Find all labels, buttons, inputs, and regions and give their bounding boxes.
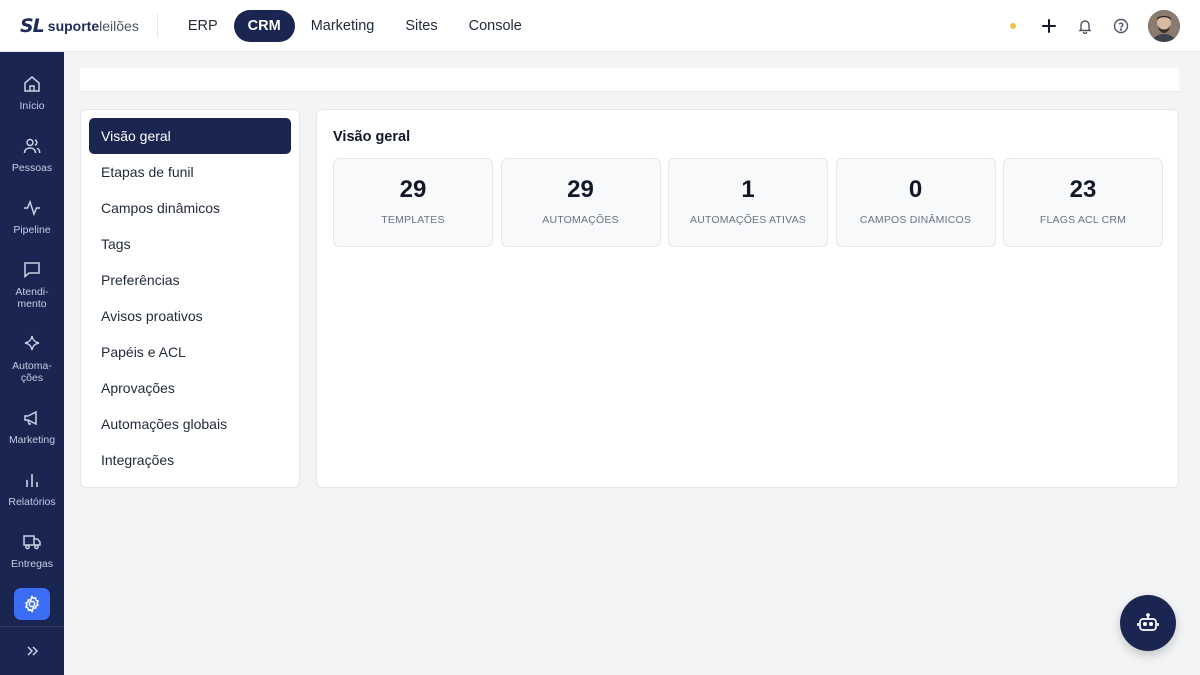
logo[interactable]: SL suporteleilões [20, 13, 158, 38]
sidebar-item-relatorios[interactable]: Relatórios [0, 470, 64, 508]
plus-icon[interactable] [1038, 15, 1060, 37]
module-tabs: ERP CRM Marketing Sites Console [173, 9, 538, 42]
sidebar: Início Pessoas Pipeline Atendi- mento Au… [0, 52, 64, 675]
bot-icon [1137, 613, 1159, 631]
sidebar-label: Marketing [8, 434, 56, 446]
sidebar-label: Pessoas [11, 162, 53, 174]
message-icon [24, 262, 40, 279]
stat-card-campos-dinamicos: 0 CAMPOS DINÂMICOS [835, 158, 996, 247]
menu-item-aprovacoes[interactable]: Aprovações [89, 370, 291, 406]
module-tab-console[interactable]: Console [454, 10, 537, 42]
bell-icon[interactable] [1074, 15, 1096, 37]
sidebar-label: Início [19, 100, 45, 112]
stat-value: 0 [908, 176, 923, 203]
stat-label: AUTOMAÇÕES [542, 214, 619, 226]
menu-item-papeis-e-acl[interactable]: Papéis e ACL [89, 334, 291, 370]
menu-item-etapas-de-funil[interactable]: Etapas de funil [89, 154, 291, 190]
top-bar: SL suporteleilões ERP CRM Marketing Site… [0, 0, 1200, 52]
module-tab-crm[interactable]: CRM [233, 9, 295, 42]
page-title: Visão geral [333, 129, 411, 145]
module-tab-marketing[interactable]: Marketing [296, 10, 390, 42]
stat-label: TEMPLATES [381, 214, 445, 226]
expand-sidebar-icon[interactable] [24, 643, 40, 659]
menu-item-avisos-proativos[interactable]: Avisos proativos [89, 298, 291, 334]
help-icon[interactable] [1110, 15, 1132, 37]
sidebar-label: Entregas [10, 558, 54, 570]
users-icon [23, 138, 41, 154]
sparkle-icon [24, 335, 40, 351]
sidebar-item-pessoas[interactable]: Pessoas [0, 136, 64, 174]
logo-text-light: leilões [99, 17, 139, 34]
menu-item-integracoes[interactable]: Integrações [89, 442, 291, 478]
menu-item-automacoes-globais[interactable]: Automações globais [89, 406, 291, 442]
stat-value: 29 [567, 176, 594, 203]
settings-menu: Visão geral Etapas de funil Campos dinâm… [80, 109, 300, 488]
overview-panel: Visão geral 29 TEMPLATES 29 AUTOMAÇÕES 1… [316, 109, 1179, 488]
stat-value: 1 [741, 176, 755, 203]
home-icon [24, 76, 40, 92]
sidebar-label: Relatórios [8, 496, 56, 508]
stats-row: 29 TEMPLATES 29 AUTOMAÇÕES 1 AUTOMAÇÕES … [333, 158, 1163, 247]
sidebar-item-atendimento[interactable]: Atendi- mento [0, 260, 64, 310]
module-tab-erp[interactable]: ERP [173, 10, 233, 42]
status-dot [1010, 23, 1016, 29]
sidebar-item-automacoes[interactable]: Automa- ções [0, 334, 64, 384]
sidebar-item-entregas[interactable]: Entregas [0, 532, 64, 570]
menu-item-tags[interactable]: Tags [89, 226, 291, 262]
sidebar-divider [0, 626, 64, 627]
stat-value: 29 [399, 176, 427, 203]
stat-label: CAMPOS DINÂMICOS [859, 214, 972, 226]
gear-icon [24, 594, 40, 614]
stat-card-automacoes: 29 AUTOMAÇÕES [500, 158, 661, 247]
sidebar-item-marketing[interactable]: Marketing [0, 408, 64, 446]
sidebar-label: Atendi- mento [15, 286, 49, 310]
bar-chart-icon [26, 474, 38, 487]
assistant-bot-button[interactable] [1120, 595, 1176, 651]
truck-icon [23, 535, 41, 550]
sidebar-item-inicio[interactable]: Início [0, 74, 64, 112]
sidebar-item-settings[interactable] [14, 588, 50, 620]
page-header-strip [80, 68, 1179, 92]
menu-item-visao-geral[interactable]: Visão geral [89, 118, 291, 154]
sidebar-label: Pipeline [13, 224, 51, 236]
stat-value: 23 [1069, 176, 1097, 203]
module-tab-sites[interactable]: Sites [390, 10, 452, 42]
stat-card-flags-acl: 23 FLAGS ACL CRM [1003, 158, 1163, 247]
stat-label: FLAGS ACL CRM [1039, 214, 1127, 226]
sidebar-item-pipeline[interactable]: Pipeline [0, 198, 64, 236]
logo-text-bold: suporte [47, 17, 100, 34]
menu-item-campos-dinamicos[interactable]: Campos dinâmicos [89, 190, 291, 226]
activity-icon [24, 199, 40, 217]
user-avatar[interactable] [1148, 10, 1180, 42]
stat-card-automacoes-ativas: 1 AUTOMAÇÕES ATIVAS [668, 158, 828, 247]
sidebar-label: Automa- ções [12, 360, 52, 384]
megaphone-icon [24, 410, 37, 426]
menu-item-preferencias[interactable]: Preferências [89, 262, 291, 298]
logo-mark: SL [20, 14, 45, 37]
stat-card-templates: 29 TEMPLATES [333, 158, 493, 247]
stat-label: AUTOMAÇÕES ATIVAS [689, 214, 806, 226]
